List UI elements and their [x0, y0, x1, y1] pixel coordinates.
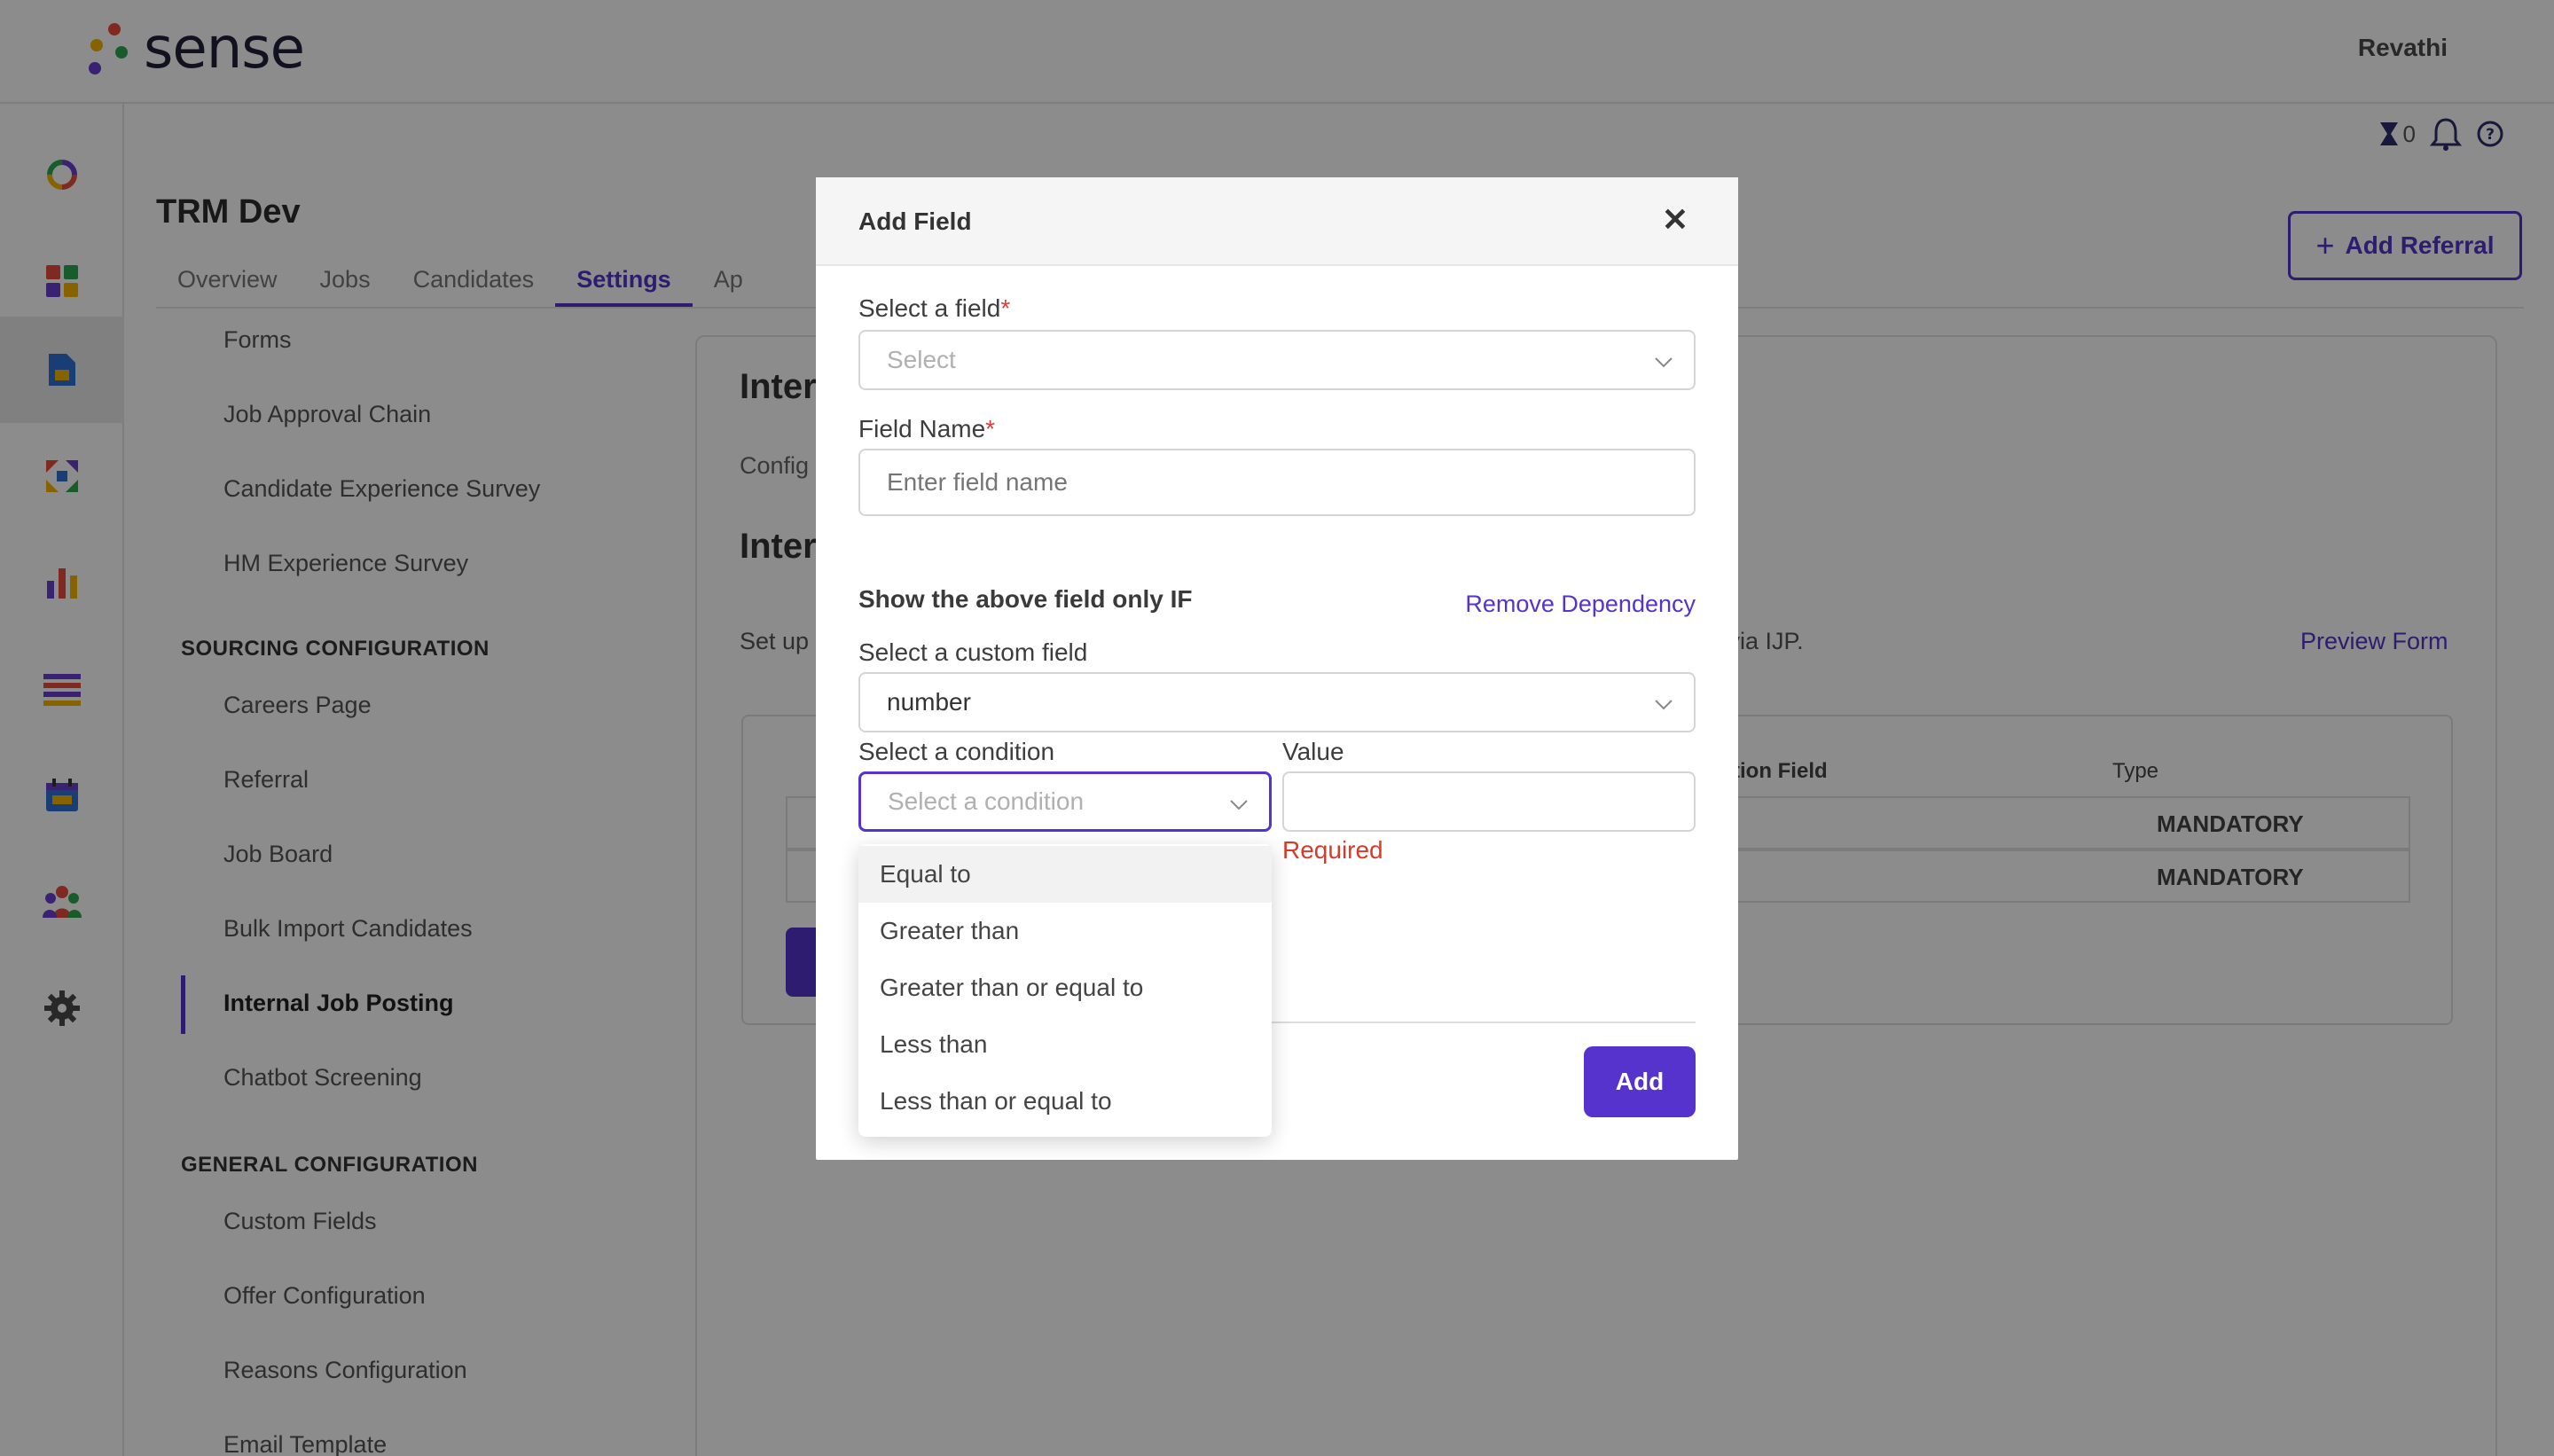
- option-greater-than-or-equal-to[interactable]: Greater than or equal to: [858, 959, 1272, 1016]
- custom-field-value: number: [887, 688, 971, 716]
- required-asterisk: *: [1000, 294, 1011, 322]
- option-equal-to[interactable]: Equal to: [858, 846, 1272, 903]
- dependency-title: Show the above field only IF: [858, 585, 1193, 613]
- field-name-label: Field Name*: [858, 415, 995, 443]
- select-field-dropdown[interactable]: Select: [858, 330, 1696, 390]
- select-field-placeholder: Select: [887, 346, 956, 373]
- option-less-than[interactable]: Less than: [858, 1016, 1272, 1073]
- chevron-down-icon: [1655, 357, 1673, 368]
- close-icon[interactable]: ✕: [1662, 202, 1688, 238]
- condition-placeholder: Select a condition: [888, 787, 1085, 815]
- option-greater-than[interactable]: Greater than: [858, 903, 1272, 959]
- condition-label: Select a condition: [858, 738, 1055, 765]
- condition-select[interactable]: Select a condition: [858, 771, 1272, 832]
- chevron-down-icon: [1655, 700, 1673, 710]
- remove-dependency-link[interactable]: Remove Dependency: [1465, 591, 1696, 618]
- required-asterisk: *: [985, 415, 996, 442]
- value-required-error: Required: [1282, 836, 1383, 864]
- value-label: Value: [1282, 738, 1344, 765]
- chevron-down-icon: [1230, 800, 1248, 810]
- field-name-label-text: Field Name: [858, 415, 986, 442]
- add-button[interactable]: Add: [1584, 1046, 1696, 1117]
- select-field-label-text: Select a field: [858, 294, 1001, 322]
- option-less-than-or-equal-to[interactable]: Less than or equal to: [858, 1073, 1272, 1130]
- modal-header: Add Field ✕: [816, 177, 1738, 266]
- select-field-label: Select a field*: [858, 294, 1010, 323]
- custom-field-label: Select a custom field: [858, 638, 1088, 666]
- value-input[interactable]: [1282, 771, 1696, 832]
- custom-field-dropdown[interactable]: number: [858, 672, 1696, 732]
- field-name-input[interactable]: [858, 449, 1696, 516]
- condition-options-menu: Equal to Greater than Greater than or eq…: [858, 844, 1272, 1137]
- modal-title: Add Field: [858, 207, 972, 235]
